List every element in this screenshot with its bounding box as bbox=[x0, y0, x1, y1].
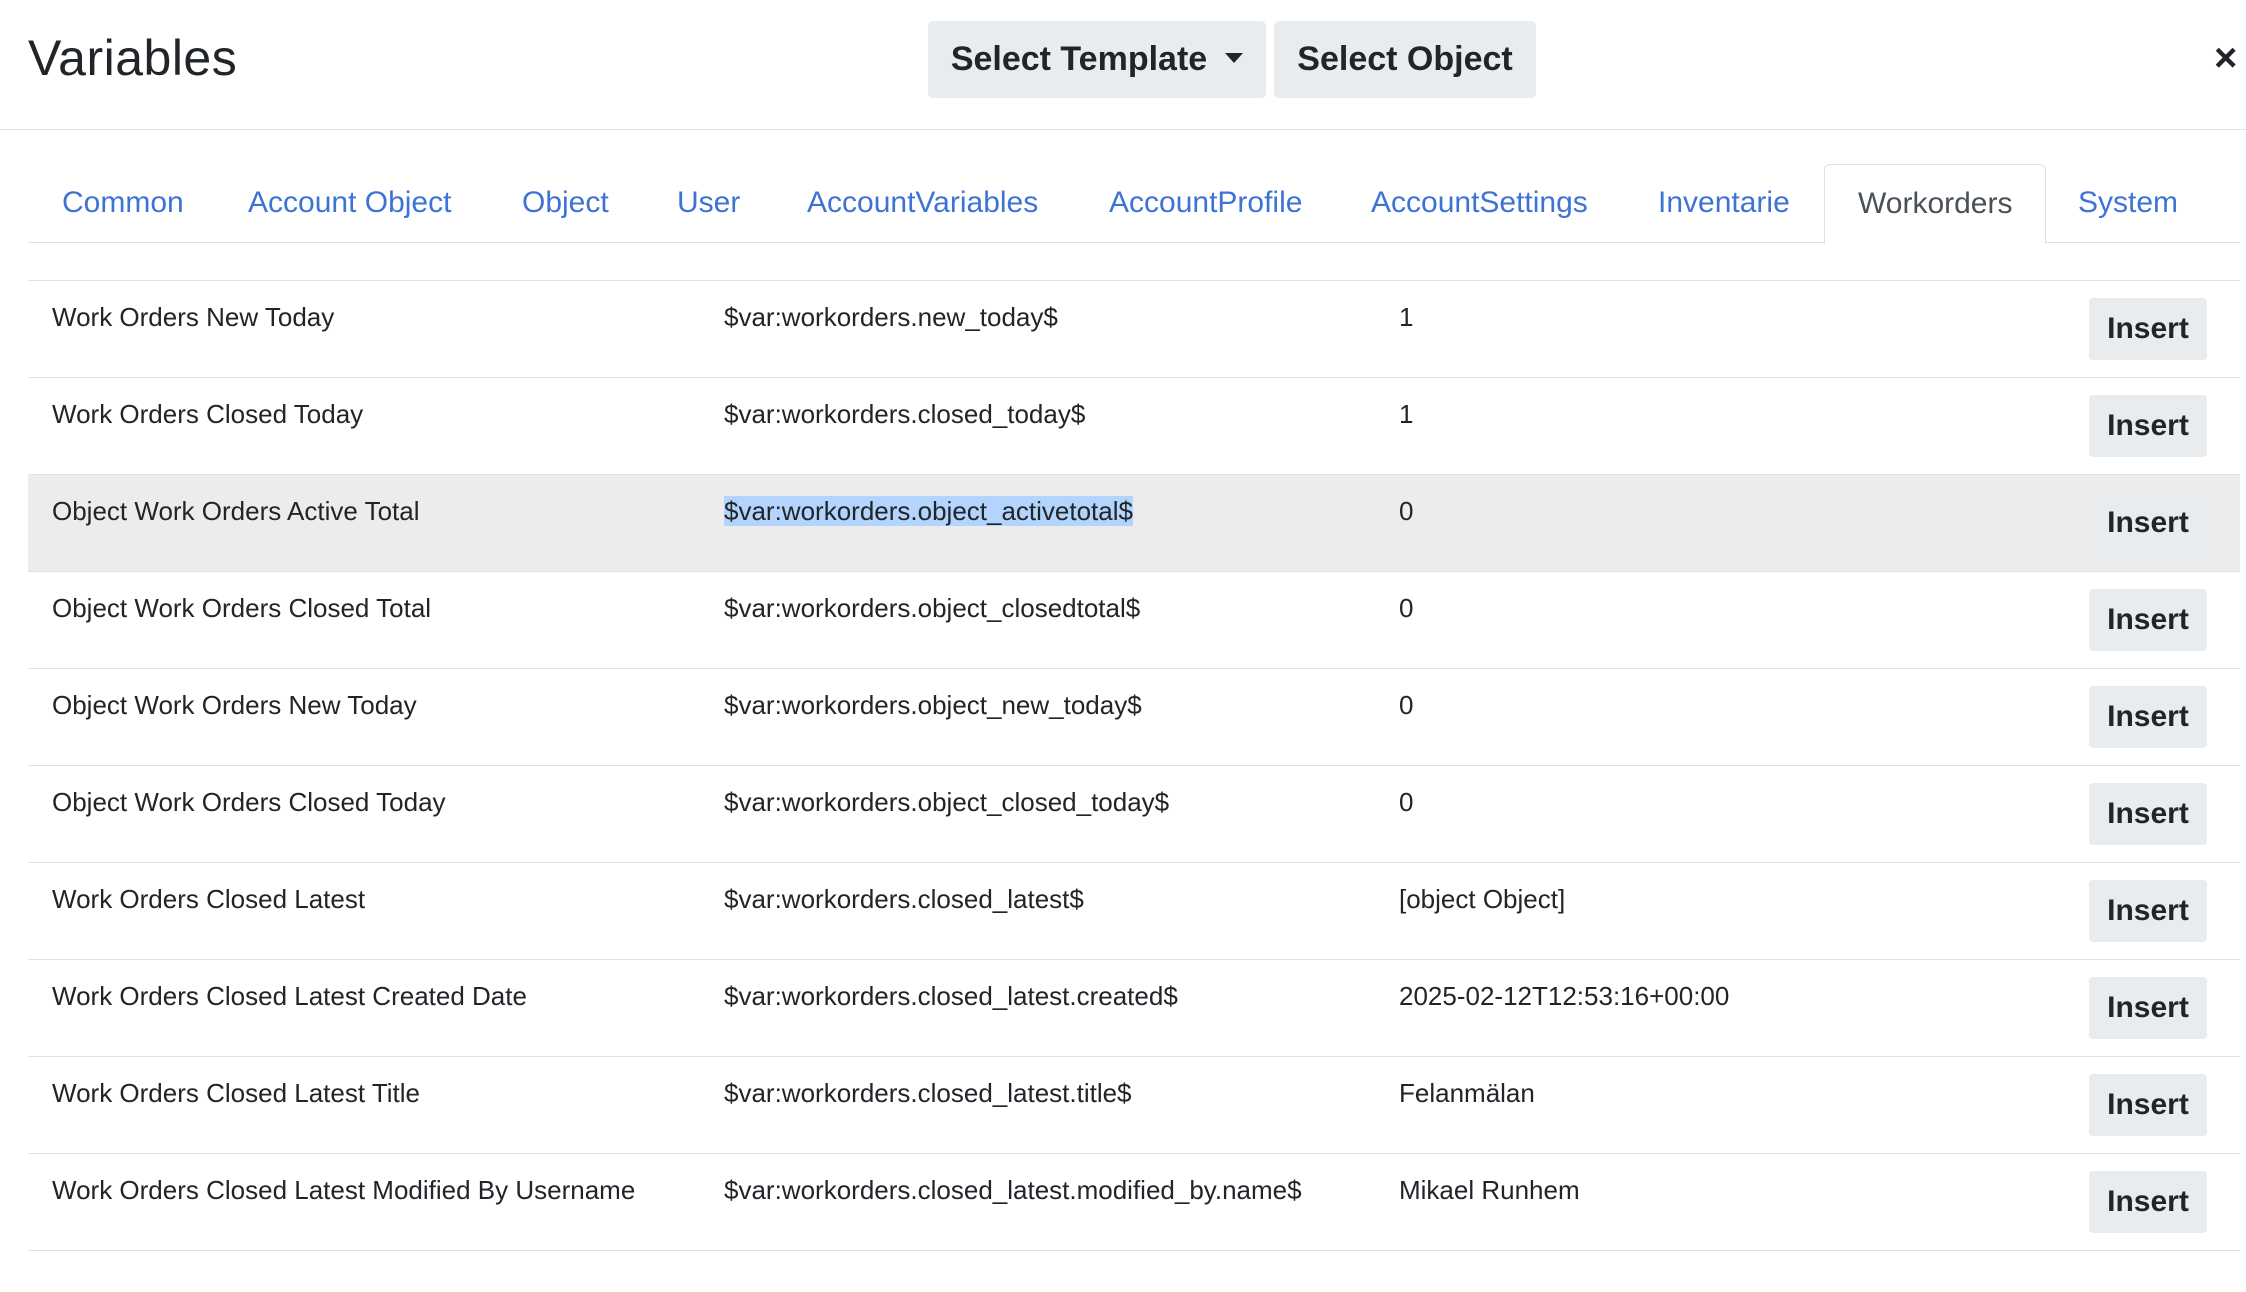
variable-name: Work Orders Closed Today bbox=[52, 399, 364, 429]
insert-button[interactable]: Insert bbox=[2089, 395, 2207, 457]
variable-code: $var:workorders.closed_today$ bbox=[724, 399, 1086, 429]
table-row: Work Orders Closed Today $var:workorders… bbox=[28, 378, 2240, 475]
variable-value: 2025-02-12T12:53:16+00:00 bbox=[1399, 981, 1730, 1011]
variable-code: $var:workorders.closed_latest$ bbox=[724, 884, 1084, 914]
caret-down-icon bbox=[1225, 52, 1244, 63]
close-icon[interactable]: × bbox=[2214, 36, 2237, 80]
table-row: Work Orders Closed Latest $var:workorder… bbox=[28, 863, 2240, 960]
variable-code: $var:workorders.object_new_today$ bbox=[724, 690, 1142, 720]
variable-value: Felanmälan bbox=[1399, 1078, 1535, 1108]
select-template-button[interactable]: Select Template bbox=[928, 21, 1266, 98]
tab-bar: Common Account Object Object User Accoun… bbox=[28, 164, 2240, 244]
tab-inventarie[interactable]: Inventarie bbox=[1658, 164, 1790, 243]
variable-value: 0 bbox=[1399, 787, 1414, 817]
variable-name: Work Orders Closed Latest Title bbox=[52, 1078, 420, 1108]
variable-value: 0 bbox=[1399, 496, 1414, 526]
variable-code: $var:workorders.object_activetotal$ bbox=[724, 493, 1133, 529]
tab-account-profile[interactable]: AccountProfile bbox=[1109, 164, 1302, 243]
variable-value: 0 bbox=[1399, 690, 1414, 720]
variable-value: [object Object] bbox=[1399, 884, 1566, 914]
insert-button[interactable]: Insert bbox=[2089, 492, 2207, 554]
insert-button[interactable]: Insert bbox=[2089, 589, 2207, 651]
variable-code: $var:workorders.closed_latest.created$ bbox=[724, 981, 1178, 1011]
tab-account-variables[interactable]: AccountVariables bbox=[807, 164, 1038, 243]
insert-button[interactable]: Insert bbox=[2089, 686, 2207, 748]
variable-code: $var:workorders.new_today$ bbox=[724, 302, 1058, 332]
table-row: Work Orders Closed Latest Title $var:wor… bbox=[28, 1057, 2240, 1154]
table-row: Work Orders Closed Latest Modified By Us… bbox=[28, 1154, 2240, 1251]
insert-button[interactable]: Insert bbox=[2089, 1171, 2207, 1233]
tab-common[interactable]: Common bbox=[62, 164, 184, 243]
table-row-highlighted: Object Work Orders Active Total $var:wor… bbox=[28, 475, 2240, 572]
variable-code: $var:workorders.object_closed_today$ bbox=[724, 787, 1170, 817]
tab-workorders[interactable]: Workorders bbox=[1824, 164, 2047, 244]
select-object-button[interactable]: Select Object bbox=[1274, 21, 1536, 98]
variable-name: Work Orders Closed Latest Created Date bbox=[52, 981, 527, 1011]
insert-button[interactable]: Insert bbox=[2089, 298, 2207, 360]
dialog-header: Variables Select Template Select Object … bbox=[0, 0, 2246, 130]
insert-button[interactable]: Insert bbox=[2089, 977, 2207, 1039]
variable-name: Work Orders New Today bbox=[52, 302, 335, 332]
variable-value: 0 bbox=[1399, 593, 1414, 623]
select-object-label: Select Object bbox=[1297, 40, 1513, 78]
table-row: Object Work Orders Closed Today $var:wor… bbox=[28, 766, 2240, 863]
variable-name: Object Work Orders Closed Today bbox=[52, 787, 446, 817]
tab-system[interactable]: System bbox=[2078, 164, 2178, 243]
table-row: Work Orders New Today $var:workorders.ne… bbox=[28, 281, 2240, 378]
insert-button[interactable]: Insert bbox=[2089, 1074, 2207, 1136]
selected-text: $var:workorders.object_activetotal$ bbox=[724, 496, 1133, 526]
variable-name: Object Work Orders Active Total bbox=[52, 496, 420, 526]
variable-value: 1 bbox=[1399, 399, 1414, 429]
insert-button[interactable]: Insert bbox=[2089, 783, 2207, 845]
variable-name: Object Work Orders Closed Total bbox=[52, 593, 432, 623]
tab-account-object[interactable]: Account Object bbox=[248, 164, 451, 243]
page-title: Variables bbox=[28, 30, 238, 86]
variable-value: 1 bbox=[1399, 302, 1414, 332]
table-row: Object Work Orders Closed Total $var:wor… bbox=[28, 572, 2240, 669]
variable-name: Work Orders Closed Latest bbox=[52, 884, 366, 914]
table-row: Object Work Orders New Today $var:workor… bbox=[28, 669, 2240, 766]
tab-user[interactable]: User bbox=[677, 164, 740, 243]
variable-code: $var:workorders.closed_latest.modified_b… bbox=[724, 1175, 1302, 1205]
tab-object[interactable]: Object bbox=[522, 164, 609, 243]
variable-value: Mikael Runhem bbox=[1399, 1175, 1580, 1205]
variable-name: Work Orders Closed Latest Modified By Us… bbox=[52, 1175, 636, 1205]
variables-dialog: Variables Select Template Select Object … bbox=[0, 0, 2246, 1292]
select-template-label: Select Template bbox=[950, 40, 1208, 78]
tab-account-settings[interactable]: AccountSettings bbox=[1371, 164, 1588, 243]
table-row: Work Orders Closed Latest Created Date $… bbox=[28, 960, 2240, 1057]
variable-code: $var:workorders.object_closedtotal$ bbox=[724, 593, 1141, 623]
insert-button[interactable]: Insert bbox=[2089, 880, 2207, 942]
variable-name: Object Work Orders New Today bbox=[52, 690, 417, 720]
variable-code: $var:workorders.closed_latest.title$ bbox=[724, 1078, 1132, 1108]
variables-table: Work Orders New Today $var:workorders.ne… bbox=[28, 280, 2240, 1251]
